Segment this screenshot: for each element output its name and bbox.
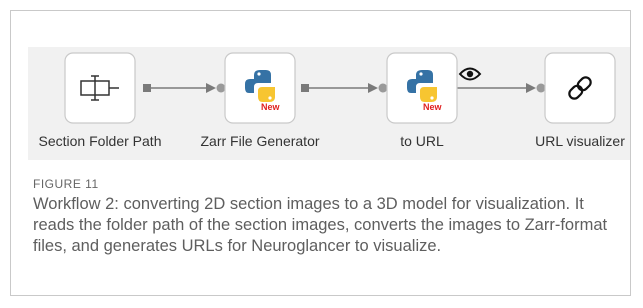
new-badge: New — [261, 102, 281, 112]
node-label-to-url: to URL — [400, 133, 444, 149]
eye-icon[interactable] — [458, 67, 482, 81]
node-url-visualizer[interactable] — [544, 52, 616, 124]
node-label-zarr-file-generator: Zarr File Generator — [200, 133, 320, 149]
node-label-url-visualizer: URL visualizer — [535, 133, 625, 149]
connector-1[interactable] — [143, 83, 226, 93]
node-label-section-folder-path: Section Folder Path — [38, 133, 162, 149]
node-zarr-file-generator[interactable]: New — [224, 52, 296, 124]
figure-caption: Workflow 2: converting 2D section images… — [33, 195, 608, 255]
node-section-folder-path[interactable] — [64, 52, 136, 124]
workflow-canvas: New New Section Folder Path Zarr File Ge… — [28, 47, 630, 160]
connector-2[interactable] — [301, 83, 388, 93]
figure-label: FIGURE 11 — [33, 177, 99, 191]
connector-3[interactable] — [447, 83, 546, 93]
node-to-url[interactable]: New — [386, 52, 458, 124]
new-badge: New — [423, 102, 443, 112]
